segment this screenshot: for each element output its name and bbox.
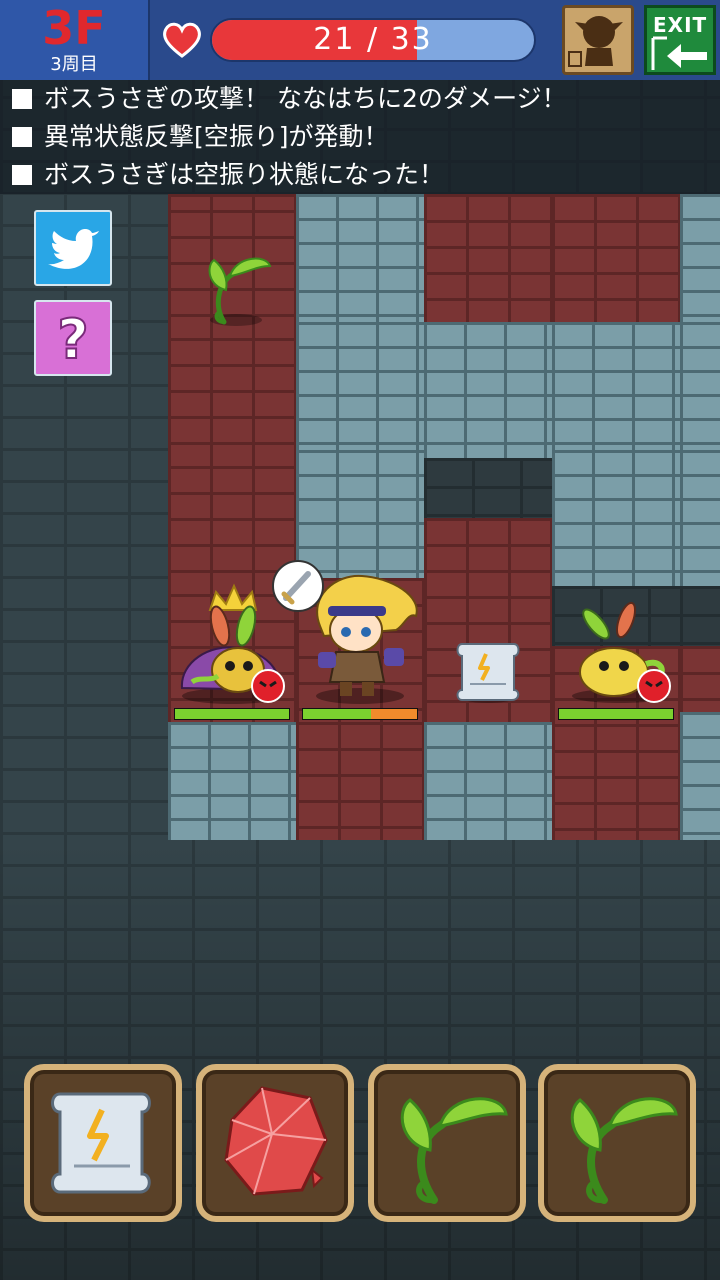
inventory-slot-2[interactable] (196, 1064, 354, 1222)
inventory-slot-4[interactable] (538, 1064, 696, 1222)
wall-tile (552, 450, 680, 586)
exit-button[interactable]: EXIT (644, 5, 716, 75)
floor-tile (296, 722, 424, 840)
character-silhouette-icon (568, 16, 623, 67)
log-text: ボスうさぎは空振り状態になった！ (44, 160, 445, 189)
hp-text: 21 / 33 (313, 22, 433, 57)
floor-number: 3F (42, 1, 106, 55)
dark-tile (680, 586, 720, 646)
heart-icon (160, 20, 204, 60)
twitter-button[interactable] (34, 210, 112, 286)
hp-fill (559, 709, 673, 719)
wall-tile (168, 722, 296, 840)
wall-tile (424, 722, 552, 840)
message-log: ボスうさぎの攻撃！ ななはちに2のダメージ！ 異常状態反撃[空振り]が発動！ ボ… (0, 80, 720, 194)
exit-arrow-icon (651, 36, 707, 70)
rabbit-enemy[interactable] (560, 600, 680, 706)
inventory-slot-3[interactable] (368, 1064, 526, 1222)
svg-text:?: ? (57, 308, 88, 371)
wall-tile (552, 322, 680, 450)
log-text: ボスうさぎの攻撃！ ななはちに2のダメージ！ (44, 84, 567, 113)
herb-icon[interactable] (196, 246, 276, 330)
wall-tile (296, 194, 424, 322)
log-line-3: ボスうさぎは空振り状態になった！ (12, 158, 444, 192)
player-hp-gauge: 21 / 33 (210, 18, 536, 62)
herb-icon (570, 1097, 678, 1204)
log-text: 異常状態反撃[空振り]が発動！ (44, 122, 389, 151)
sword-thought-bubble-icon (270, 558, 326, 614)
wall-tile (680, 712, 720, 840)
character-profile-button[interactable] (562, 5, 634, 75)
help-button[interactable]: ? (34, 300, 112, 376)
player-hp-bar (302, 708, 418, 720)
twitter-bird-icon (48, 229, 99, 269)
wall-tile (680, 194, 720, 322)
thunder-scroll-icon[interactable] (452, 634, 524, 706)
boss-rabbit-hp-bar (174, 708, 290, 720)
lap-count: 3周目 (50, 54, 98, 75)
floor-tile (552, 194, 680, 322)
bullet-icon (12, 165, 32, 185)
log-line-2: 異常状態反撃[空振り]が発動！ (12, 120, 389, 154)
rabbit-enemy-hp-bar (558, 708, 674, 720)
floor-tile (424, 194, 552, 322)
hp-fill (303, 709, 372, 719)
thunder-scroll-icon (51, 1092, 151, 1194)
hp-fill (175, 709, 289, 719)
wall-tile (296, 322, 424, 450)
log-line-1: ボスうさぎの攻撃！ ななはちに2のダメージ！ (12, 82, 567, 116)
bullet-icon (12, 89, 32, 109)
floor-indicator: 3F 3周目 (0, 0, 150, 80)
dark-tile (424, 458, 552, 518)
red-crystal-icon (224, 1086, 328, 1196)
floor-tile (168, 338, 296, 466)
floor-tile (680, 646, 720, 712)
hp-lost (371, 709, 417, 719)
wall-tile (424, 322, 552, 458)
top-hud: 3F 3周目 21 / 33 EXIT (0, 0, 720, 80)
bullet-icon (12, 127, 32, 147)
wall-tile (680, 322, 720, 450)
wall-tile (680, 450, 720, 586)
question-mark-icon: ? (56, 307, 89, 372)
inventory-slot-1[interactable] (24, 1064, 182, 1222)
floor-tile (168, 194, 296, 210)
herb-icon (400, 1097, 508, 1204)
